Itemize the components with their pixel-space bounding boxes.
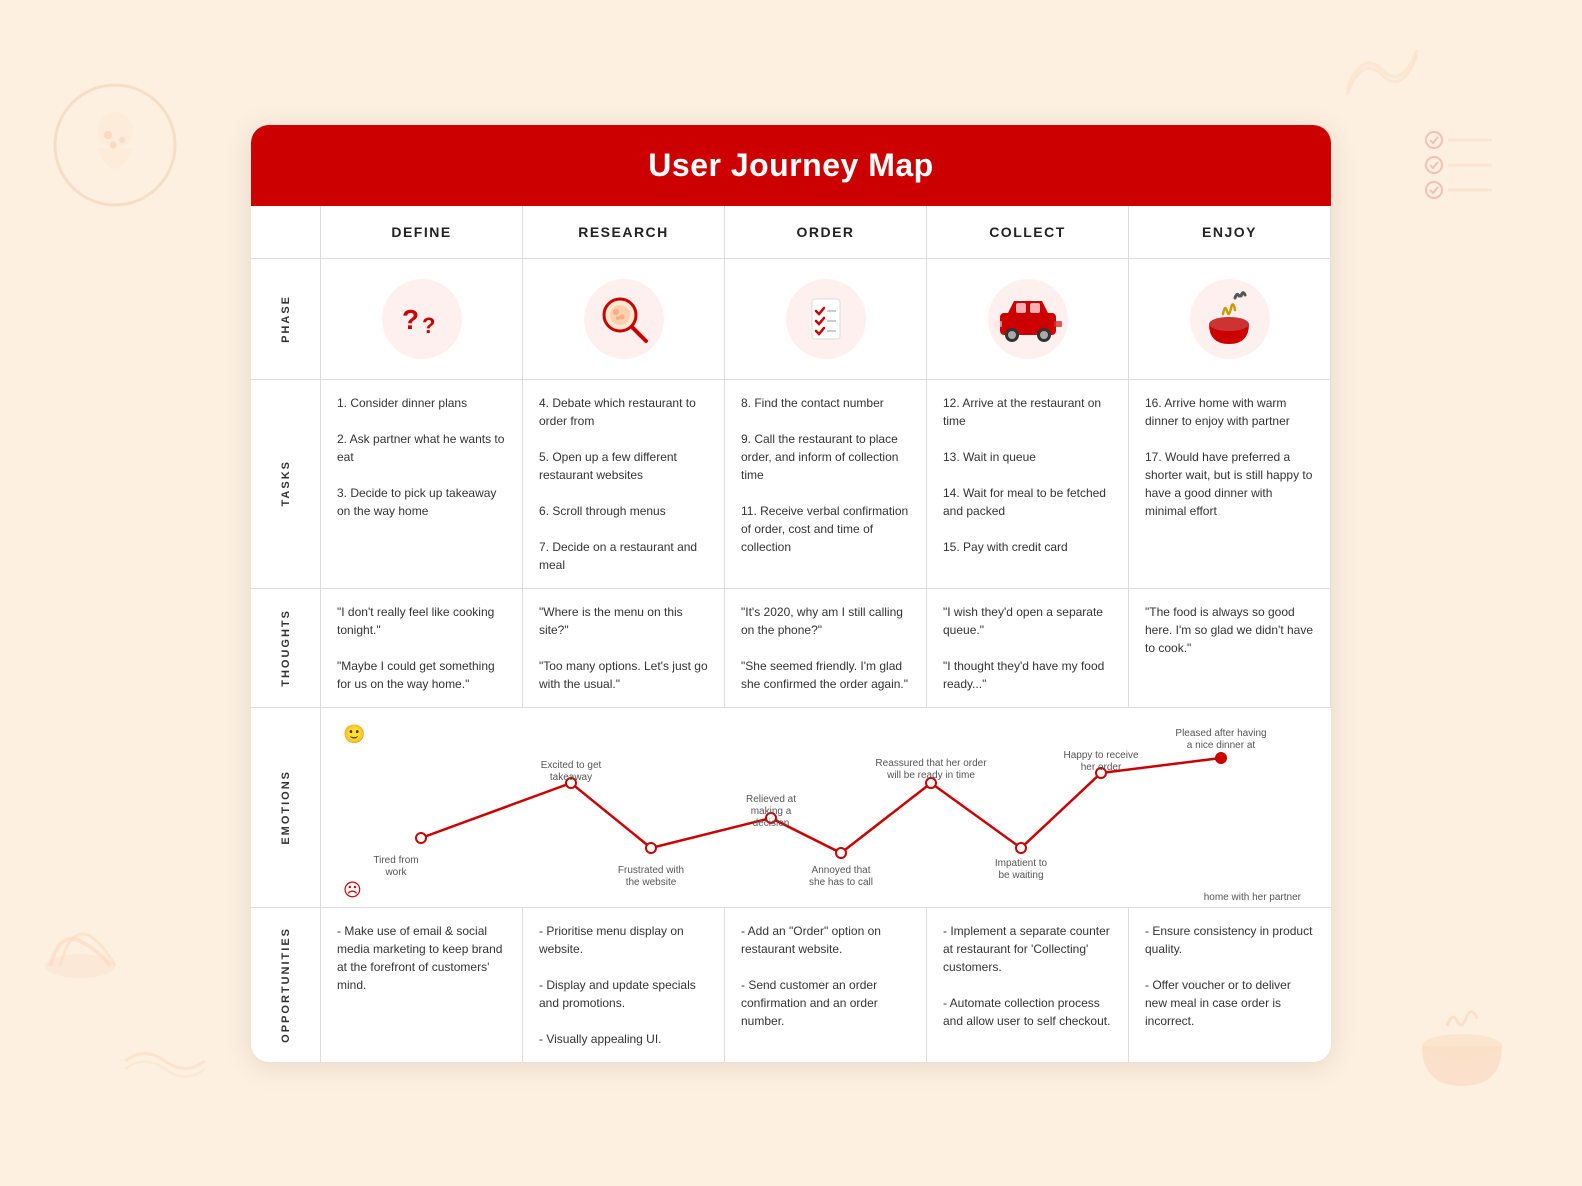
- svg-text:making a: making a: [751, 806, 792, 817]
- svg-text:?: ?: [422, 313, 435, 338]
- define-icon-circle: ? ?: [382, 279, 462, 359]
- phase-header-enjoy: ENJOY: [1129, 206, 1331, 259]
- svg-text:?: ?: [402, 304, 419, 335]
- phase-icon-order: [725, 259, 927, 380]
- journey-map-card: User Journey Map DEFINE RESEARCH ORDER C…: [251, 125, 1331, 1062]
- phase-icon-research: [523, 259, 725, 380]
- thoughts-row-label: THOUGHTS: [251, 589, 321, 708]
- svg-text:Reassured that her order: Reassured that her order: [875, 758, 987, 769]
- order-icon-circle: [786, 279, 866, 359]
- svg-text:takeaway: takeaway: [550, 772, 592, 783]
- svg-text:will be ready in time: will be ready in time: [886, 770, 975, 781]
- tasks-research: 4. Debate which restaurant to order from…: [523, 380, 725, 589]
- thoughts-order: "It's 2020, why am I still calling on th…: [725, 589, 927, 708]
- phase-row-label: PHASE: [251, 259, 321, 380]
- svg-text:the website: the website: [626, 877, 677, 888]
- tasks-define: 1. Consider dinner plans 2. Ask partner …: [321, 380, 523, 589]
- svg-text:Annoyed that: Annoyed that: [812, 865, 871, 876]
- thoughts-collect: "I wish they'd open a separate queue." "…: [927, 589, 1129, 708]
- bg-bowl-decoration: [1402, 1001, 1522, 1106]
- phase-header-define: DEFINE: [321, 206, 523, 259]
- emotions-row: EMOTIONS 🙂 ☹: [251, 708, 1331, 908]
- last-emotion-label: home with her partner: [1204, 892, 1301, 903]
- svg-text:☹: ☹: [343, 880, 362, 900]
- svg-text:she has to call: she has to call: [809, 877, 873, 888]
- opps-order: - Add an "Order" option on restaurant we…: [725, 908, 927, 1062]
- svg-text:her order: her order: [1081, 762, 1122, 773]
- svg-text:Impatient to: Impatient to: [995, 858, 1048, 869]
- bg-noodle3-decoration: [120, 1041, 210, 1086]
- opps-define: - Make use of email & social media marke…: [321, 908, 523, 1062]
- page-title: User Journey Map: [251, 147, 1331, 184]
- phase-header-research: RESEARCH: [523, 206, 725, 259]
- tasks-row-label: TASKS: [251, 380, 321, 589]
- bg-pizza-decoration: [50, 80, 180, 215]
- opps-research: - Prioritise menu display on website. - …: [523, 908, 725, 1062]
- emotions-label-text: EMOTIONS: [280, 770, 292, 845]
- tasks-enjoy: 16. Arrive home with warm dinner to enjo…: [1129, 380, 1331, 589]
- svg-text:work: work: [384, 867, 407, 878]
- emotions-chart: 🙂 ☹: [321, 708, 1331, 908]
- bg-noodle1-decoration: [1342, 40, 1422, 105]
- svg-text:🙂: 🙂: [343, 724, 365, 744]
- bg-checklist-decoration: [1422, 120, 1502, 215]
- svg-text:decision: decision: [753, 818, 790, 829]
- svg-text:Tired from: Tired from: [373, 855, 418, 866]
- thoughts-enjoy: "The food is always so good here. I'm so…: [1129, 589, 1331, 708]
- svg-text:Happy to receive: Happy to receive: [1063, 750, 1138, 761]
- phase-icon-collect: [927, 259, 1129, 380]
- research-icon-circle: [584, 279, 664, 359]
- opportunities-row-label: OPPORTUNITIES: [251, 908, 321, 1062]
- svg-text:be waiting: be waiting: [998, 870, 1043, 881]
- header-corner: [251, 206, 321, 259]
- enjoy-icon-circle: [1190, 279, 1270, 359]
- tasks-order: 8. Find the contact number 9. Call the r…: [725, 380, 927, 589]
- tasks-collect: 12. Arrive at the restaurant on time 13.…: [927, 380, 1129, 589]
- collect-icon-circle: [988, 279, 1068, 359]
- opps-enjoy: - Ensure consistency in product quality.…: [1129, 908, 1331, 1062]
- emotions-row-label: EMOTIONS: [251, 708, 321, 908]
- thoughts-research: "Where is the menu on this site?" "Too m…: [523, 589, 725, 708]
- phase-icon-define: ? ?: [321, 259, 523, 380]
- thoughts-define: "I don't really feel like cooking tonigh…: [321, 589, 523, 708]
- bg-noodle2-decoration: [40, 911, 120, 986]
- opps-collect: - Implement a separate counter at restau…: [927, 908, 1129, 1062]
- svg-text:Pleased after having: Pleased after having: [1175, 728, 1266, 739]
- svg-text:Frustrated with: Frustrated with: [618, 865, 684, 876]
- svg-text:Excited to get: Excited to get: [541, 760, 602, 771]
- svg-text:Relieved at: Relieved at: [746, 794, 796, 805]
- phase-header-order: ORDER: [725, 206, 927, 259]
- svg-text:a nice dinner at: a nice dinner at: [1187, 740, 1256, 751]
- card-header: User Journey Map: [251, 125, 1331, 206]
- phase-icon-enjoy: [1129, 259, 1331, 380]
- journey-table: DEFINE RESEARCH ORDER COLLECT ENJOY PHAS…: [251, 206, 1331, 1062]
- phase-header-collect: COLLECT: [927, 206, 1129, 259]
